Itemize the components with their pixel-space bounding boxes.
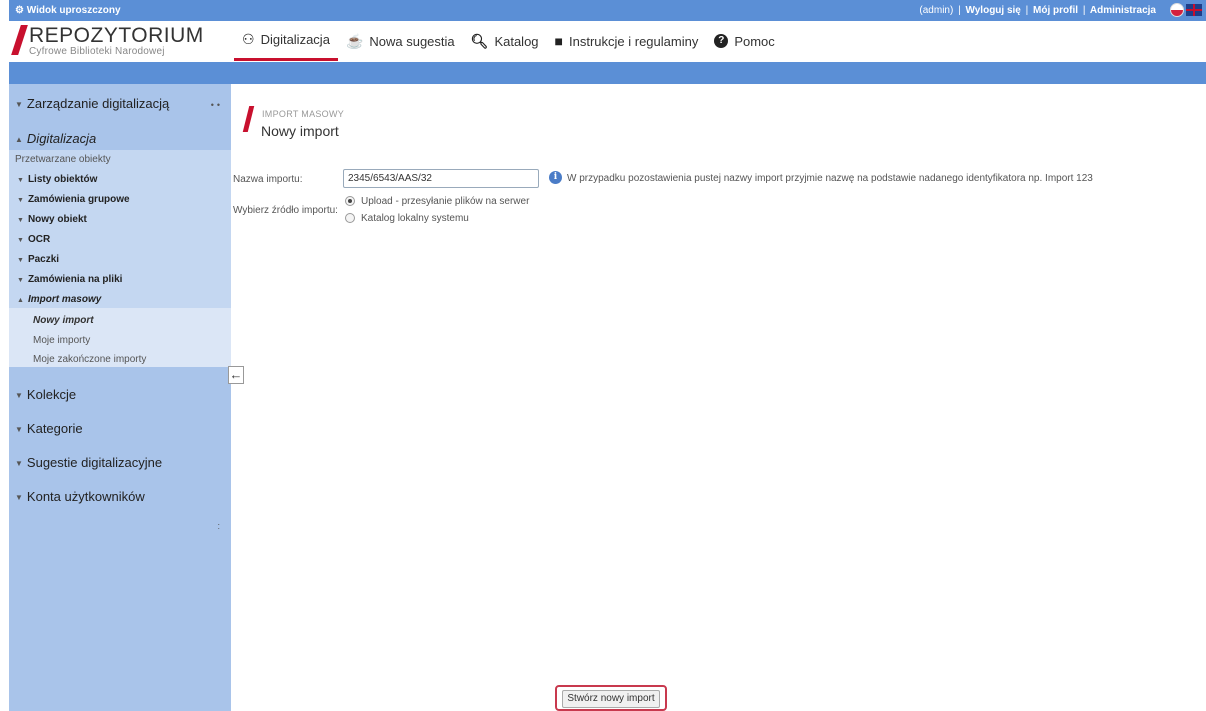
separator: | <box>1025 5 1029 16</box>
chevron-up-icon: ▲ <box>17 297 24 304</box>
sidebar-subitem-zakonczone[interactable]: Moje zakończone importy <box>9 354 231 365</box>
source-local-radio[interactable] <box>345 213 355 223</box>
chevron-down-icon: ▼ <box>17 217 24 224</box>
top-bar: ⚙ Widok uproszczony (admin) | Wyloguj si… <box>9 0 1206 21</box>
section-label: Digitalizacja <box>26 131 97 146</box>
chevron-down-icon: ▼ <box>15 425 23 435</box>
nav-pomoc[interactable]: ? Pomoc <box>706 21 782 61</box>
chevron-down-icon: ▼ <box>17 277 24 284</box>
sidebar-group-label: Przetwarzane obiekty <box>15 154 111 165</box>
chevron-down-icon: ▼ <box>17 257 24 264</box>
sidebar-item-listy[interactable]: ▼ Listy obiektów <box>9 174 231 185</box>
sidebar-item-paczki[interactable]: ▼ Paczki <box>9 254 231 265</box>
nav-label: Nowa sugestia <box>369 33 455 49</box>
item-label: OCR <box>27 234 51 245</box>
source-upload-label[interactable]: Upload - przesyłanie plików na serwer <box>361 196 529 207</box>
chevron-down-icon: ▼ <box>15 391 23 401</box>
import-name-input[interactable] <box>343 169 539 188</box>
logout-link[interactable]: Wyloguj się <box>965 5 1020 16</box>
book-icon: ■ <box>554 33 563 49</box>
sidebar-item-import-masowy[interactable]: ▲ Import masowy <box>9 294 231 305</box>
title-slash-icon <box>242 106 255 132</box>
nav-label: Pomoc <box>734 33 775 49</box>
chevron-down-icon: ▼ <box>17 237 24 244</box>
item-label: Zamówienia na pliki <box>27 274 123 285</box>
sidebar-subitem-moje-importy[interactable]: Moje importy <box>9 335 231 346</box>
create-import-button[interactable]: Stwórz nowy import <box>562 690 660 708</box>
chevron-down-icon: ▼ <box>15 459 23 469</box>
header: REPOZYTORIUM Cyfrowe Biblioteki Narodowe… <box>9 21 1206 61</box>
source-upload-radio[interactable] <box>345 196 355 206</box>
nav-katalog[interactable]: 🔍︎ Katalog <box>463 21 547 61</box>
main-nav: ⚇ Digitalizacja ☕ Nowa sugestia 🔍︎ Katal… <box>234 21 783 61</box>
source-local-label[interactable]: Katalog lokalny systemu <box>361 213 469 224</box>
sidebar-item-nowy-obiekt[interactable]: ▼ Nowy obiekt <box>9 214 231 225</box>
chevron-up-icon: ▲ <box>15 135 23 145</box>
drag-handle-icon[interactable]: : <box>217 521 223 531</box>
item-label: Import masowy <box>27 294 102 305</box>
logo-title: REPOZYTORIUM <box>29 24 204 47</box>
sidebar-item-zamowienia-na-pliki[interactable]: ▼ Zamówienia na pliki <box>9 274 231 285</box>
binoculars-icon: ⚇ <box>242 31 255 47</box>
sidebar: ▼ Zarządzanie digitalizacją •• ▲ Digitaliz… <box>9 84 231 711</box>
sidebar-section-kolekcje[interactable]: ▼ Kolekcje <box>9 387 231 402</box>
submit-highlight: Stwórz nowy import <box>555 685 667 711</box>
user-menu: (admin) | Wyloguj się | Mój profil | Adm… <box>919 5 1156 16</box>
item-label: Paczki <box>27 254 60 265</box>
nav-label: Digitalizacja <box>260 32 330 47</box>
item-label: Listy obiektów <box>27 174 98 185</box>
chevron-down-icon: ▼ <box>17 177 24 184</box>
profile-link[interactable]: Mój profil <box>1033 5 1078 16</box>
search-icon: 🔍︎ <box>470 32 489 49</box>
section-label: Kategorie <box>26 421 83 436</box>
simplified-view-link[interactable]: ⚙ Widok uproszczony <box>15 5 121 16</box>
sidebar-item-ocr[interactable]: ▼ OCR <box>9 234 231 245</box>
sidebar-section-zarzadzanie[interactable]: ▼ Zarządzanie digitalizacją <box>9 96 231 111</box>
logo-slash-icon <box>11 25 28 55</box>
sidebar-section-sugestie[interactable]: ▼ Sugestie digitalizacyjne <box>9 455 231 470</box>
nav-nowa-sugestia[interactable]: ☕ Nowa sugestia <box>338 21 463 61</box>
username: (admin) <box>919 5 954 16</box>
section-label: Konta użytkowników <box>26 489 145 504</box>
sidebar-section-konta[interactable]: ▼ Konta użytkowników <box>9 489 231 504</box>
nav-instrukcje[interactable]: ■ Instrukcje i regulaminy <box>547 21 707 61</box>
collapse-sidebar-button[interactable]: ← <box>228 366 244 384</box>
drag-handle-icon[interactable]: •• <box>211 100 223 110</box>
nav-label: Instrukcje i regulaminy <box>569 33 699 49</box>
admin-link[interactable]: Administracja <box>1090 5 1156 16</box>
nav-digitalizacja[interactable]: ⚇ Digitalizacja <box>234 21 338 61</box>
chevron-down-icon: ▼ <box>15 493 23 503</box>
breadcrumb: IMPORT MASOWY <box>262 109 345 119</box>
import-name-label: Nazwa importu: <box>233 174 303 185</box>
page-title: Nowy import <box>261 123 339 139</box>
blue-band <box>9 62 1206 84</box>
info-icon: i <box>549 171 562 184</box>
polish-flag-icon[interactable] <box>1170 3 1184 17</box>
separator: | <box>1082 5 1086 16</box>
sidebar-section-digitalizacja[interactable]: ▲ Digitalizacja <box>9 131 231 146</box>
section-label: Kolekcje <box>26 387 77 402</box>
section-label: Sugestie digitalizacyjne <box>26 455 163 470</box>
chevron-down-icon: ▼ <box>17 197 24 204</box>
sidebar-section-kategorie[interactable]: ▼ Kategorie <box>9 421 231 436</box>
logo-subtitle: Cyfrowe Biblioteki Narodowej <box>29 46 165 57</box>
uk-flag-icon[interactable] <box>1186 4 1202 16</box>
section-label: Zarządzanie digitalizacją <box>26 96 170 111</box>
simplified-view-label: Widok uproszczony <box>26 5 121 16</box>
separator: | <box>958 5 961 16</box>
question-icon: ? <box>714 34 729 48</box>
nav-label: Katalog <box>494 33 539 49</box>
item-label: Nowy obiekt <box>27 214 87 225</box>
lightbulb-icon: ☕ <box>345 32 364 49</box>
arrow-left-icon: ← <box>229 367 243 382</box>
item-label: Zamówienia grupowe <box>27 194 130 205</box>
import-name-hint: W przypadku pozostawienia pustej nazwy i… <box>567 173 1093 184</box>
chevron-down-icon: ▼ <box>15 100 23 110</box>
sidebar-item-zamowienia-grupowe[interactable]: ▼ Zamówienia grupowe <box>9 194 231 205</box>
import-source-label: Wybierz źródło importu: <box>233 205 338 216</box>
sidebar-subitem-nowy-import[interactable]: Nowy import <box>9 315 231 326</box>
